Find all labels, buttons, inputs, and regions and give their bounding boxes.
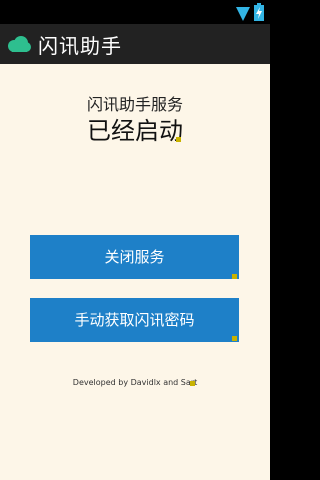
cloud-icon[interactable] — [6, 35, 32, 53]
footer-credits: Developed by Davidlx and Sart — [72, 378, 198, 387]
marker-decoration — [232, 274, 237, 279]
battery-icon — [254, 3, 264, 21]
marker-decoration — [190, 381, 195, 386]
stop-service-button[interactable]: 关闭服务 — [30, 235, 239, 279]
screen: 闪讯助手 闪讯助手服务 已经启动 关闭服务 手动获取闪讯密码 Developed… — [0, 0, 270, 480]
action-bar: 闪讯助手 — [0, 24, 270, 64]
marker-decoration — [232, 336, 237, 341]
status-icons — [236, 3, 264, 21]
status-bar — [0, 0, 270, 24]
app-title: 闪讯助手 — [38, 33, 122, 58]
service-status: 已经启动 — [87, 117, 183, 145]
signal-icon — [236, 7, 250, 21]
get-password-button[interactable]: 手动获取闪讯密码 — [30, 298, 239, 342]
marker-decoration — [176, 137, 181, 142]
